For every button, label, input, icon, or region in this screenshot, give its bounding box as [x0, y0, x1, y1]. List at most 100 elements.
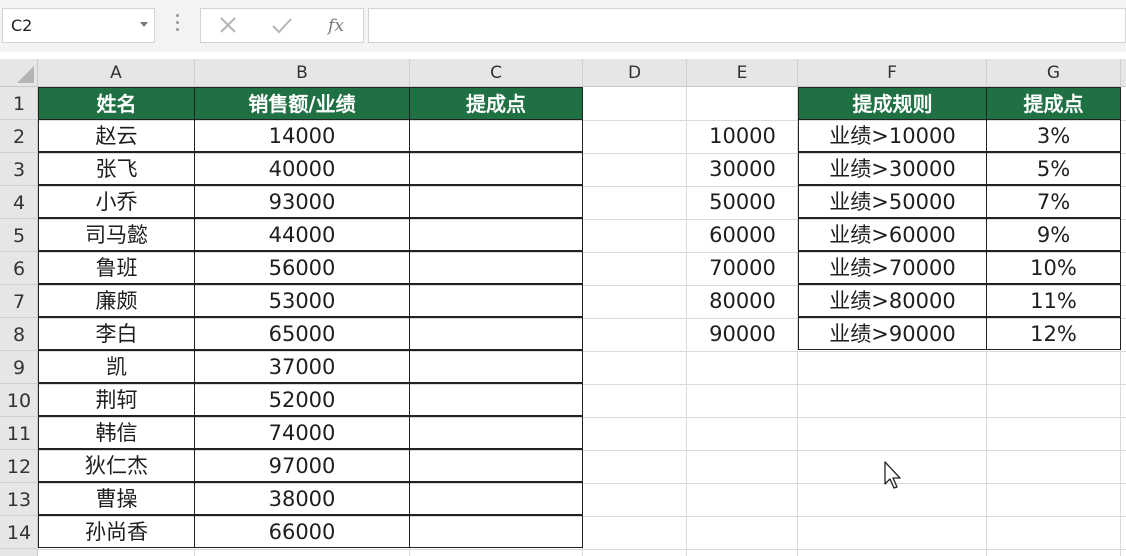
sales-cell[interactable]: 37000: [194, 350, 410, 383]
name-cell[interactable]: 凯: [38, 350, 195, 383]
commission-cell[interactable]: [409, 383, 583, 416]
rule-cell[interactable]: 业绩>50000: [798, 185, 987, 218]
sales-cell[interactable]: 93000: [194, 185, 410, 218]
commission-cell[interactable]: [409, 251, 583, 284]
threshold-cell[interactable]: 80000: [687, 285, 798, 318]
header-commission-cell[interactable]: 提成点: [409, 87, 583, 120]
rule-cell[interactable]: 业绩>80000: [798, 284, 987, 317]
worksheet-grid[interactable]: 姓名 销售额/业绩 提成点 赵云 14000 张飞 40000 小乔 93000 司马懿 44000…: [38, 87, 1126, 556]
insert-function-icon[interactable]: fx: [323, 15, 349, 37]
name-cell[interactable]: 曹操: [38, 482, 195, 515]
commission-cell[interactable]: [409, 284, 583, 317]
rule-cell[interactable]: 业绩>70000: [798, 251, 987, 284]
column-header-g[interactable]: G: [987, 59, 1121, 87]
name-box-value[interactable]: C2: [11, 16, 32, 35]
commission-cell[interactable]: [409, 482, 583, 515]
row-header-3[interactable]: 3: [0, 153, 38, 186]
name-cell[interactable]: 孙尚香: [38, 515, 195, 548]
commission-cell[interactable]: [409, 350, 583, 383]
rate-cell[interactable]: 5%: [986, 152, 1121, 185]
rate-cell[interactable]: 10%: [986, 251, 1121, 284]
select-all-button[interactable]: [0, 59, 38, 87]
name-cell[interactable]: 张飞: [38, 152, 195, 185]
sales-cell[interactable]: 38000: [194, 482, 410, 515]
threshold-cell[interactable]: 70000: [687, 252, 798, 285]
row-header-14[interactable]: 14: [0, 516, 38, 549]
column-header-c[interactable]: C: [410, 59, 583, 87]
rule-cell[interactable]: 业绩>90000: [798, 317, 987, 350]
commission-cell[interactable]: [409, 185, 583, 218]
rate-cell[interactable]: 11%: [986, 284, 1121, 317]
row-header-1[interactable]: 1: [0, 87, 38, 120]
formula-bar-grip-icon[interactable]: [176, 14, 180, 36]
name-box[interactable]: C2: [2, 8, 155, 43]
name-cell[interactable]: 鲁班: [38, 251, 195, 284]
enter-check-icon[interactable]: [269, 15, 295, 37]
name-cell[interactable]: 狄仁杰: [38, 449, 195, 482]
header-rule-cell[interactable]: 提成规则: [798, 87, 987, 120]
sales-cell[interactable]: 97000: [194, 449, 410, 482]
rule-cell[interactable]: 业绩>10000: [798, 119, 987, 152]
commission-cell[interactable]: [409, 152, 583, 185]
row-header-11[interactable]: 11: [0, 417, 38, 450]
row-header-10[interactable]: 10: [0, 384, 38, 417]
commission-cell[interactable]: [409, 416, 583, 449]
row-header-2[interactable]: 2: [0, 120, 38, 153]
cancel-icon[interactable]: [215, 15, 241, 37]
sales-cell[interactable]: 65000: [194, 317, 410, 350]
row-header-7[interactable]: 7: [0, 285, 38, 318]
sales-cell[interactable]: 52000: [194, 383, 410, 416]
column-header-a[interactable]: A: [38, 59, 195, 87]
rate-cell[interactable]: 9%: [986, 218, 1121, 251]
formula-bar-area: C2 fx: [0, 0, 1126, 52]
header-name-cell[interactable]: 姓名: [38, 87, 195, 120]
rule-cell[interactable]: 业绩>30000: [798, 152, 987, 185]
header-sales-cell[interactable]: 销售额/业绩: [194, 87, 410, 120]
row-header-4[interactable]: 4: [0, 186, 38, 219]
row-header-8[interactable]: 8: [0, 318, 38, 351]
threshold-cell[interactable]: 50000: [687, 186, 798, 219]
name-cell[interactable]: 廉颇: [38, 284, 195, 317]
column-header-f[interactable]: F: [798, 59, 987, 87]
commission-cell[interactable]: [409, 317, 583, 350]
sales-cell[interactable]: 74000: [194, 416, 410, 449]
mouse-pointer-icon: [883, 460, 903, 494]
formula-buttons: fx: [200, 8, 364, 43]
threshold-cell[interactable]: 30000: [687, 153, 798, 186]
sales-cell[interactable]: 53000: [194, 284, 410, 317]
commission-cell[interactable]: [409, 218, 583, 251]
sales-cell[interactable]: 44000: [194, 218, 410, 251]
row-header-5[interactable]: 5: [0, 219, 38, 252]
column-header-d[interactable]: D: [583, 59, 687, 87]
row-header-6[interactable]: 6: [0, 252, 38, 285]
sales-cell[interactable]: 66000: [194, 515, 410, 548]
name-cell[interactable]: 司马懿: [38, 218, 195, 251]
threshold-cell[interactable]: 10000: [687, 120, 798, 153]
threshold-cell[interactable]: 60000: [687, 219, 798, 252]
name-cell[interactable]: 韩信: [38, 416, 195, 449]
column-header-row: A B C D E F G: [0, 59, 1126, 87]
rate-cell[interactable]: 12%: [986, 317, 1121, 350]
row-header-9[interactable]: 9: [0, 351, 38, 384]
commission-cell[interactable]: [409, 449, 583, 482]
name-cell[interactable]: 荆轲: [38, 383, 195, 416]
row-header-12[interactable]: 12: [0, 450, 38, 483]
sales-cell[interactable]: 14000: [194, 119, 410, 152]
formula-input[interactable]: [368, 8, 1126, 43]
commission-cell[interactable]: [409, 119, 583, 152]
name-cell[interactable]: 李白: [38, 317, 195, 350]
name-cell[interactable]: 小乔: [38, 185, 195, 218]
rule-cell[interactable]: 业绩>60000: [798, 218, 987, 251]
column-header-b[interactable]: B: [195, 59, 410, 87]
row-header-13[interactable]: 13: [0, 483, 38, 516]
header-rate-cell[interactable]: 提成点: [986, 87, 1121, 120]
commission-cell[interactable]: [409, 515, 583, 548]
name-cell[interactable]: 赵云: [38, 119, 195, 152]
threshold-cell[interactable]: 90000: [687, 318, 798, 351]
sales-cell[interactable]: 40000: [194, 152, 410, 185]
rate-cell[interactable]: 7%: [986, 185, 1121, 218]
name-box-dropdown-icon[interactable]: [140, 22, 148, 27]
rate-cell[interactable]: 3%: [986, 119, 1121, 152]
sales-cell[interactable]: 56000: [194, 251, 410, 284]
column-header-e[interactable]: E: [687, 59, 798, 87]
